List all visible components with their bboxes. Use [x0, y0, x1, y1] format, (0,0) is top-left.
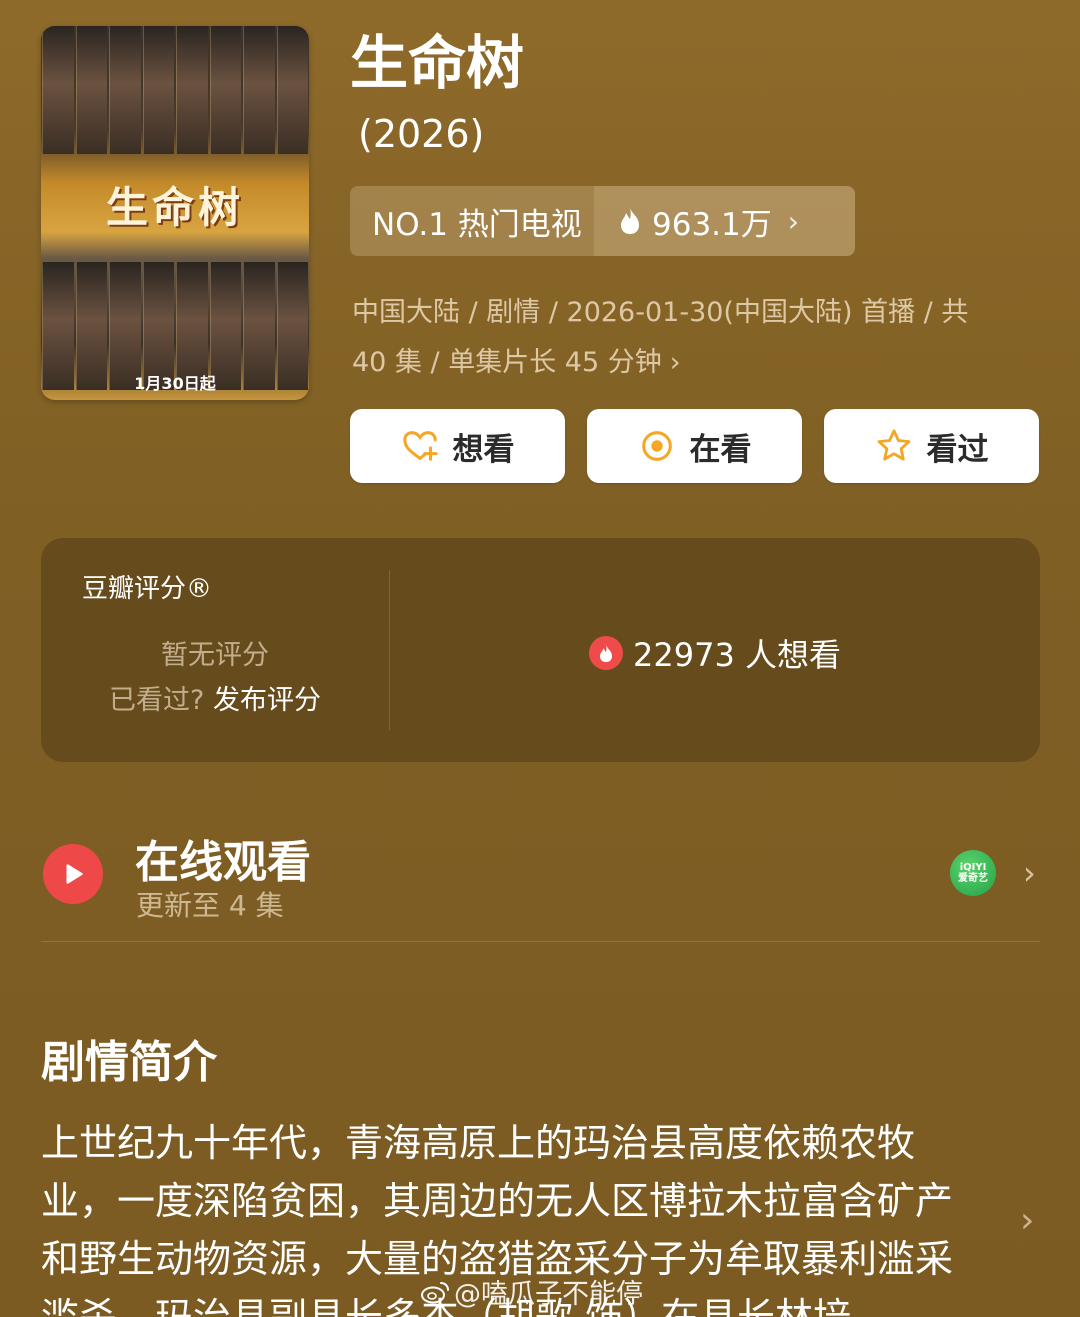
poster-logo: 生命树	[105, 183, 244, 232]
seen-question: 已看过?	[109, 685, 205, 716]
weibo-icon	[421, 1281, 449, 1303]
show-meta[interactable]: 中国大陆 / 剧情 / 2026-01-30(中国大陆) 首播 / 共 40 集…	[352, 288, 1032, 388]
online-watch-row[interactable]: 在线观看 更新至 4 集 iQIYI 爱奇艺 ›	[41, 820, 1040, 942]
want-count: 22973 人想看	[390, 630, 1040, 676]
want-count-text: 22973 人想看	[633, 636, 841, 674]
rate-prompt: 已看过? 发布评分	[41, 678, 389, 717]
section-divider	[41, 941, 1040, 942]
watermark-text: @嗑瓜子不能停	[454, 1279, 643, 1310]
watched-button[interactable]: 看过	[824, 409, 1039, 483]
poster-date: 1月30日起	[134, 374, 216, 393]
no-rating-text: 暂无评分	[161, 640, 269, 671]
show-title: 生命树	[350, 29, 525, 97]
target-icon	[641, 431, 672, 461]
watching-button[interactable]: 在看	[587, 409, 802, 483]
rank-pill[interactable]: NO.1 热门电视 963.1万 ›	[350, 186, 855, 256]
post-rating-link[interactable]: 发布评分	[213, 685, 321, 716]
poster[interactable]: 生命树 1月30日起	[41, 26, 309, 400]
douban-rating-label: 豆瓣评分®	[82, 574, 213, 604]
watching-label: 在看	[689, 431, 752, 468]
show-year: (2026)	[358, 112, 485, 156]
chevron-right-icon: ›	[669, 347, 681, 378]
meta-line-2: 40 集 / 单集片长 45 分钟	[352, 347, 662, 378]
rating-card: 豆瓣评分® 暂无评分 已看过? 发布评分 22973 人想看	[41, 538, 1040, 762]
heart-plus-icon	[402, 431, 438, 461]
star-icon	[877, 429, 910, 461]
want-label: 想看	[452, 431, 515, 468]
play-icon	[43, 844, 103, 904]
synopsis-heading: 剧情简介	[41, 1037, 217, 1088]
iqiyi-logo: iQIYI 爱奇艺	[950, 850, 996, 896]
heat-value: 963.1万	[652, 206, 772, 243]
chevron-right-icon: ›	[787, 204, 799, 238]
chevron-right-icon[interactable]: ›	[1020, 1200, 1034, 1241]
episode-update: 更新至 4 集	[136, 889, 284, 922]
fire-icon	[589, 636, 623, 670]
want-button[interactable]: 想看	[350, 409, 565, 483]
watermark: @嗑瓜子不能停	[420, 1272, 643, 1311]
fire-icon	[621, 208, 639, 234]
rank-label: NO.1 热门电视	[372, 206, 582, 243]
meta-line-1: 中国大陆 / 剧情 / 2026-01-30(中国大陆) 首播 / 共	[352, 297, 969, 328]
poster-cast-top	[41, 26, 309, 154]
heat-stat[interactable]: 963.1万 ›	[594, 186, 855, 256]
chevron-right-icon: ›	[1023, 854, 1036, 892]
watched-label: 看过	[926, 431, 989, 468]
online-watch-title: 在线观看	[135, 837, 311, 888]
